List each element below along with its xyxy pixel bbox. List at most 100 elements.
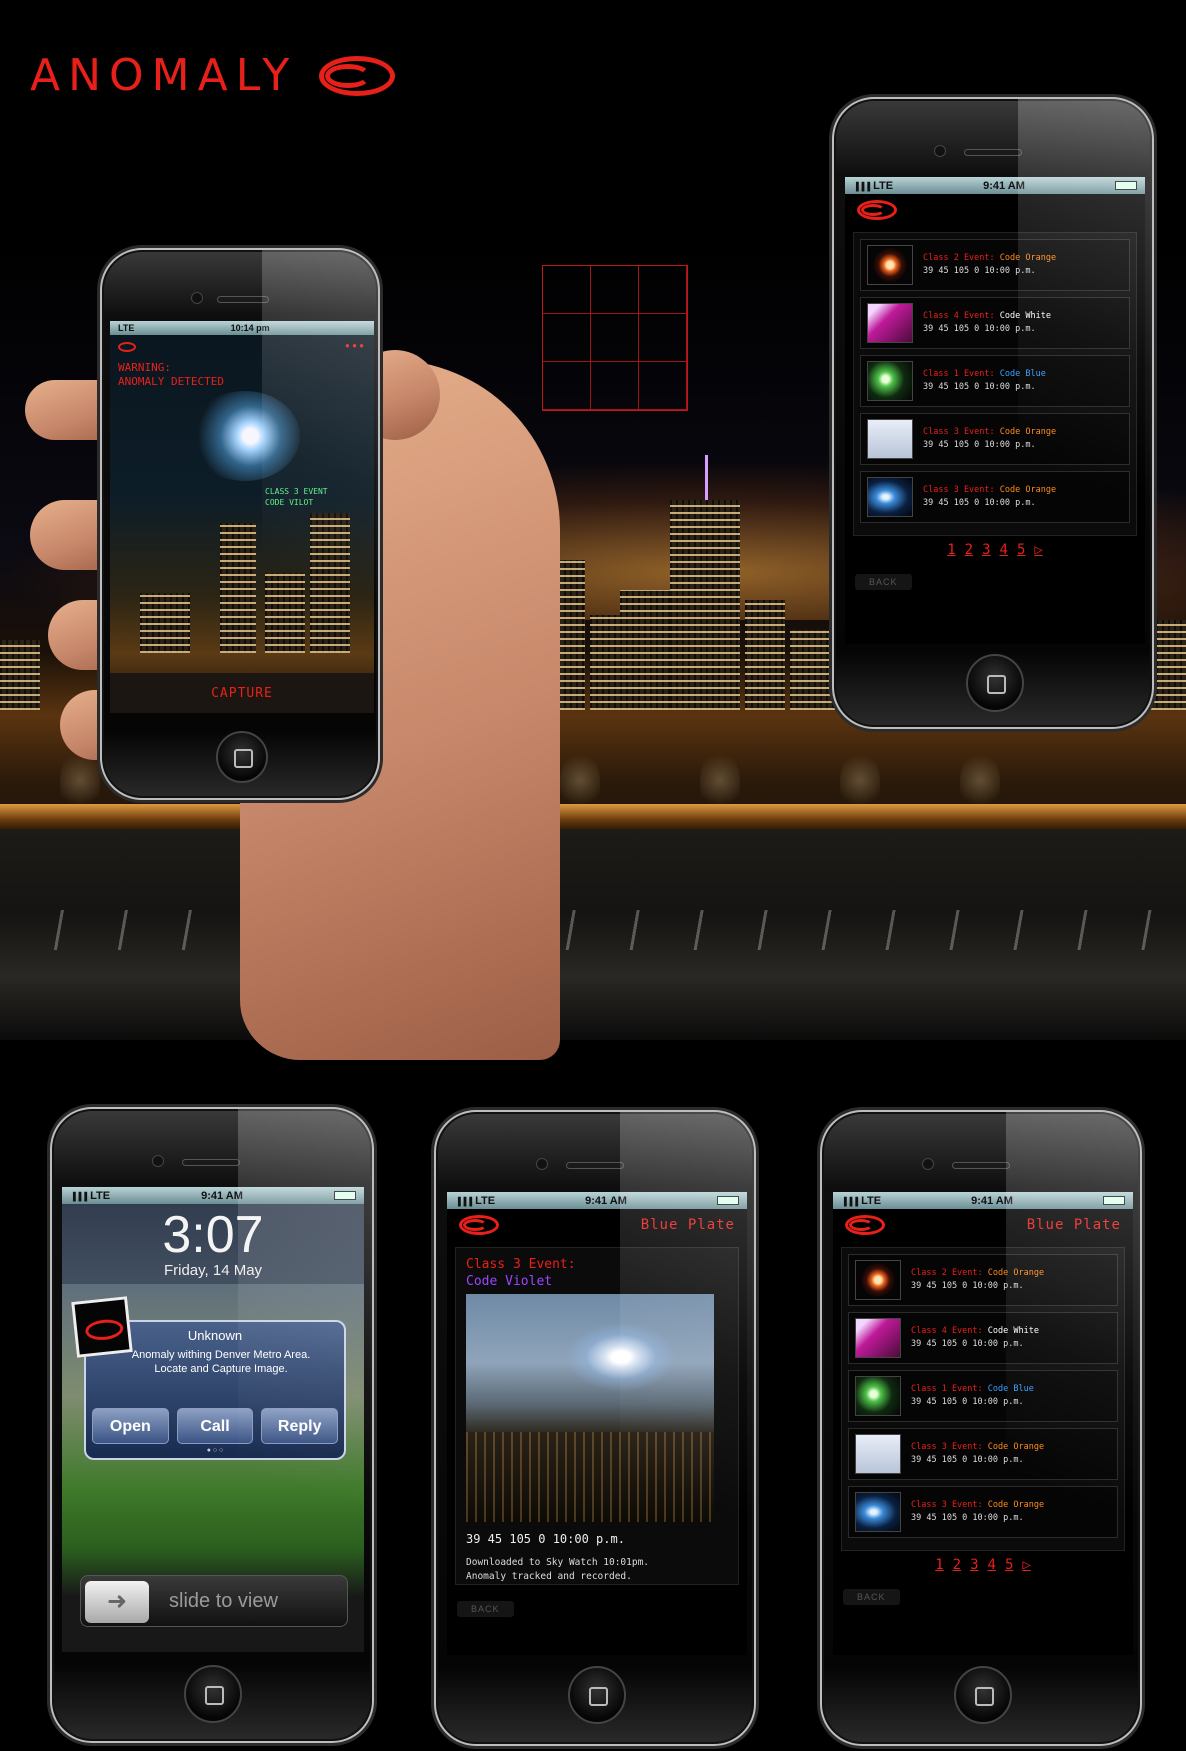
detail-title-line1: Class 3 Event: [466, 1257, 576, 1272]
event-code: Code Blue [987, 1384, 1034, 1394]
event-row[interactable]: Class 4 Event: Code White 39 45 105 0 10:… [860, 297, 1130, 349]
home-button[interactable] [216, 731, 268, 783]
event-class-label: Class 4 Event: [923, 311, 995, 321]
next-page-icon[interactable]: ▷ [1022, 1557, 1030, 1573]
event-thumbnail [867, 419, 913, 459]
page-link-2[interactable]: 2 [965, 542, 973, 558]
slide-to-view[interactable]: ➜ slide to view [80, 1575, 348, 1627]
signal-icon: ▐▐▐ [841, 1196, 859, 1206]
warning-line1: WARNING: [118, 361, 171, 374]
page-link-3[interactable]: 3 [970, 1557, 978, 1573]
anomaly-logo-icon [459, 1215, 499, 1235]
lock-date: Friday, 14 May [163, 1262, 263, 1279]
call-button[interactable]: Call [176, 1408, 254, 1444]
next-page-icon[interactable]: ▷ [1034, 542, 1042, 558]
back-button[interactable]: BACK [855, 574, 912, 590]
anomaly-logo-icon [118, 342, 136, 352]
capture-button[interactable]: CAPTURE [211, 686, 273, 701]
detail-coords: 39 45 105 0 10:00 p.m. [466, 1532, 625, 1546]
event-row[interactable]: Class 4 Event: Code White 39 45 105 0 10:… [848, 1312, 1118, 1364]
event-row[interactable]: Class 3 Event: Code Orange 39 45 105 0 10… [860, 471, 1130, 523]
event-code: Code Orange [987, 1500, 1045, 1510]
battery-icon [1102, 1196, 1125, 1205]
slide-label: slide to view [169, 1590, 278, 1612]
lock-clock: 3:07 [162, 1206, 264, 1264]
home-button[interactable] [966, 654, 1024, 712]
page-link-4[interactable]: 4 [1000, 542, 1008, 558]
event-row[interactable]: Class 3 Event: Code Orange 39 45 105 0 10… [860, 413, 1130, 465]
event-coords: 39 45 105 0 10:00 p.m. [911, 1397, 1024, 1407]
page-dots: ● ○ ○ [206, 1447, 224, 1454]
event-row[interactable]: Class 2 Event: Code Orange 39 45 105 0 10… [860, 239, 1130, 291]
event-coords: 39 45 105 0 10:00 p.m. [911, 1513, 1024, 1523]
event-class-label: Class 4 Event: [911, 1326, 983, 1336]
battery-icon [333, 1191, 356, 1200]
event-class-label: Class 3 Event: [911, 1442, 983, 1452]
event-detail-card: Class 3 Event: Code Violet 39 45 105 0 1… [455, 1247, 739, 1585]
pagination: 1 2 3 4 5 ▷ [833, 1557, 1133, 1573]
page-link-4[interactable]: 4 [988, 1557, 996, 1573]
page-link-5[interactable]: 5 [1005, 1557, 1013, 1573]
targeting-grid [542, 265, 688, 411]
page-link-2[interactable]: 2 [953, 1557, 961, 1573]
status-carrier: LTE [475, 1194, 496, 1207]
battery-icon [716, 1196, 739, 1205]
signal-icon: ▐▐▐ [455, 1196, 473, 1206]
anomaly-logo-icon [857, 200, 897, 220]
event-thumbnail [855, 1376, 901, 1416]
status-carrier: LTE [873, 179, 894, 192]
event-coords: 39 45 105 0 10:00 p.m. [923, 324, 1036, 334]
app-title: Blue Plate [640, 1217, 735, 1233]
home-button[interactable] [954, 1666, 1012, 1724]
event-list: Class 2 Event: Code Orange 39 45 105 0 10… [841, 1247, 1125, 1551]
event-class-label: Class 2 Event: [923, 253, 995, 263]
camera-phone: LTE 10:14 pm ● ● ● WARNING: ANOMALY DETE… [100, 248, 380, 800]
app-badge-icon [71, 1296, 133, 1358]
event-code: Code Orange [987, 1268, 1045, 1278]
event-list: Class 2 Event: Code Orange 39 45 105 0 10… [853, 232, 1137, 536]
camera-screen: LTE 10:14 pm ● ● ● WARNING: ANOMALY DETE… [110, 321, 374, 713]
anomaly-logo-icon [319, 55, 396, 96]
back-button[interactable]: BACK [843, 1589, 900, 1605]
overlay-line1: CLASS 3 EVENT [265, 487, 328, 496]
event-code: Code Orange [999, 485, 1057, 495]
event-row[interactable]: Class 2 Event: Code Orange 39 45 105 0 10… [848, 1254, 1118, 1306]
slide-arrow-icon[interactable]: ➜ [85, 1581, 149, 1623]
detail-note-line2: Anomaly tracked and recorded. [466, 1571, 632, 1582]
page-link-1[interactable]: 1 [935, 1557, 943, 1573]
anomaly-vortex [190, 391, 300, 481]
event-row[interactable]: Class 3 Event: Code Orange 39 45 105 0 10… [848, 1486, 1118, 1538]
status-carrier: LTE [90, 1189, 111, 1202]
event-code: Code Orange [987, 1442, 1045, 1452]
event-class-label: Class 1 Event: [923, 369, 995, 379]
open-button[interactable]: Open [92, 1408, 169, 1444]
event-thumbnail [855, 1318, 901, 1358]
reply-button[interactable]: Reply [261, 1408, 339, 1444]
detail-title-line2: Code Violet [466, 1274, 553, 1289]
event-thumbnail [855, 1434, 901, 1474]
event-class-label: Class 3 Event: [911, 1500, 983, 1510]
page-link-5[interactable]: 5 [1017, 542, 1025, 558]
event-coords: 39 45 105 0 10:00 p.m. [923, 440, 1036, 450]
status-time: 9:41 AM [201, 1189, 243, 1202]
event-code: Code Orange [999, 253, 1057, 263]
event-thumbnail [867, 477, 913, 517]
event-thumbnail [855, 1492, 901, 1532]
page-link-1[interactable]: 1 [947, 542, 955, 558]
app-title: Blue Plate [1026, 1217, 1121, 1233]
event-row[interactable]: Class 3 Event: Code Orange 39 45 105 0 10… [848, 1428, 1118, 1480]
anomaly-logo-icon [845, 1215, 885, 1235]
pagination: 1 2 3 4 5 ▷ [845, 542, 1145, 558]
event-list-phone-bottom: ▐▐▐ LTE 9:41 AM Blue Plate Class 2 Event… [820, 1110, 1142, 1746]
page-link-3[interactable]: 3 [982, 542, 990, 558]
status-carrier: LTE [861, 1194, 882, 1207]
event-coords: 39 45 105 0 10:00 p.m. [923, 498, 1036, 508]
event-thumbnail [867, 303, 913, 343]
event-coords: 39 45 105 0 10:00 p.m. [911, 1281, 1024, 1291]
home-button[interactable] [184, 1665, 242, 1723]
event-code: Code White [987, 1326, 1039, 1336]
home-button[interactable] [568, 1666, 626, 1724]
event-row[interactable]: Class 1 Event: Code Blue 39 45 105 0 10:0… [860, 355, 1130, 407]
back-button[interactable]: BACK [457, 1601, 514, 1617]
event-row[interactable]: Class 1 Event: Code Blue 39 45 105 0 10:0… [848, 1370, 1118, 1422]
